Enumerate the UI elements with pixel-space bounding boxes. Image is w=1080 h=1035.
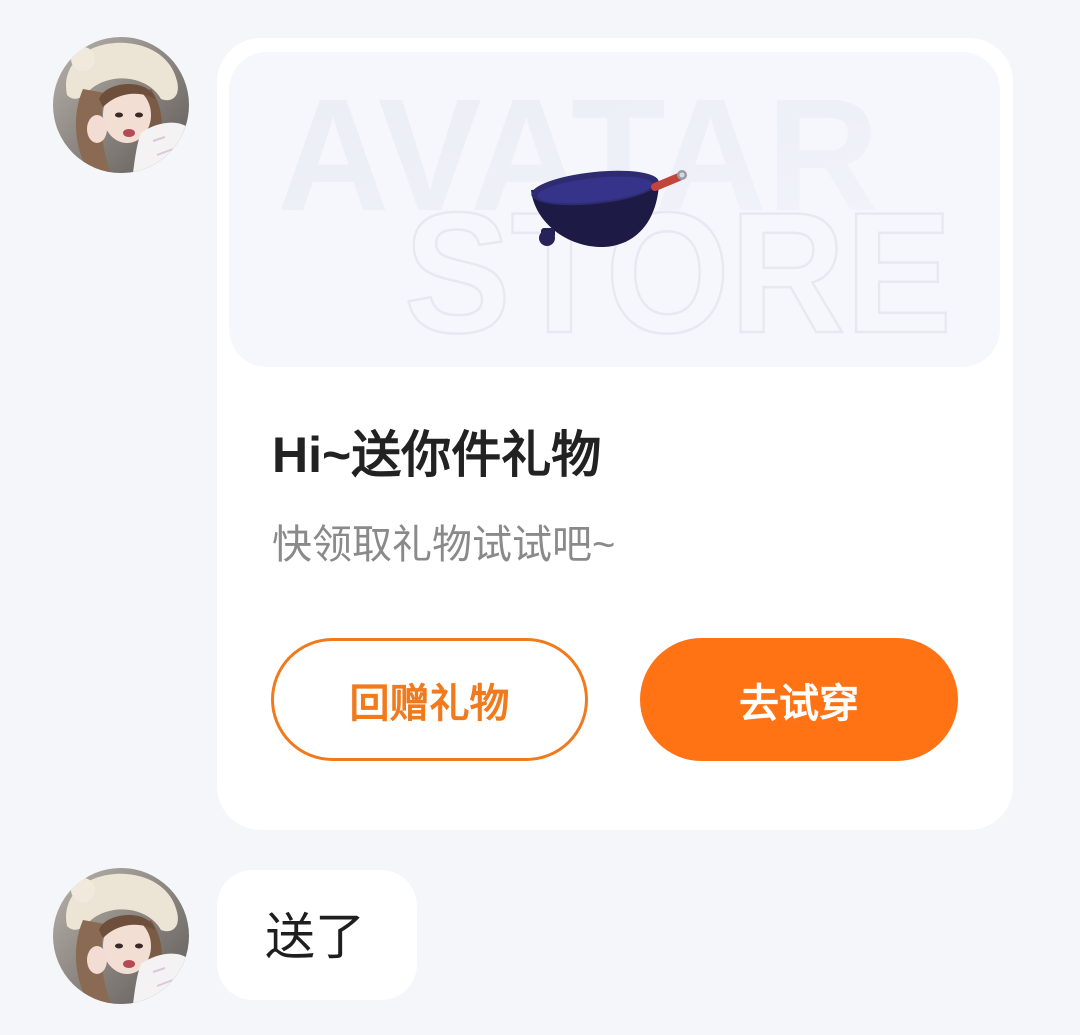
return-gift-button[interactable]: 回赠礼物	[271, 638, 588, 761]
user-avatar-photo-icon	[53, 37, 189, 173]
return-gift-label: 回赠礼物	[349, 681, 510, 726]
gift-card-message: AVATAR STORE Hi~送你件礼物 快领取礼物试试吧~ 回赠礼物 去试穿	[217, 38, 1013, 830]
message-text: 送了	[265, 909, 365, 965]
try-on-button[interactable]: 去试穿	[640, 638, 958, 761]
gift-title: Hi~送你件礼物	[272, 427, 602, 483]
sender-avatar[interactable]	[53, 37, 189, 173]
text-message-bubble: 送了	[217, 870, 417, 1000]
try-on-label: 去试穿	[739, 681, 859, 726]
user-avatar-photo-icon	[53, 868, 189, 1004]
wok-pan-icon	[531, 170, 687, 248]
gift-subtitle: 快领取礼物试试吧~	[272, 523, 616, 567]
gift-preview-image: AVATAR STORE	[229, 52, 1000, 367]
sender-avatar[interactable]	[53, 868, 189, 1004]
